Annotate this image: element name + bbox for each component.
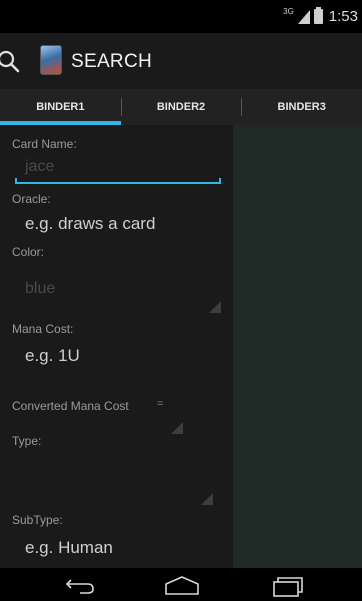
oracle-input[interactable]: e.g. draws a card [25, 214, 155, 234]
type-spinner-arrow-icon [201, 493, 213, 505]
tab-binder3[interactable]: BINDER3 [241, 89, 362, 125]
cmc-operator-spinner[interactable]: = [157, 398, 163, 410]
network-type: 3G [283, 7, 294, 16]
battery-icon [313, 7, 323, 24]
action-bar: SEARCH [0, 33, 362, 89]
status-icons: 3G 1:53 [283, 7, 358, 25]
type-spinner[interactable] [12, 455, 222, 505]
main-content: Card Name: jace Oracle: e.g. draws a car… [0, 125, 362, 568]
cmc-label: Converted Mana Cost [12, 399, 129, 413]
page-title: SEARCH [71, 51, 152, 72]
status-bar: 3G 1:53 [0, 0, 362, 33]
tab-label: BINDER3 [277, 101, 326, 113]
color-label: Color: [12, 245, 45, 259]
mana-cost-input[interactable]: e.g. 1U [25, 346, 80, 366]
subtype-label: SubType: [12, 513, 63, 527]
search-icon[interactable] [0, 47, 22, 75]
clock: 1:53 [328, 8, 358, 25]
tab-label: BINDER1 [36, 101, 85, 113]
cmc-spinner-arrow-icon [171, 422, 183, 434]
navigation-bar [0, 568, 362, 601]
signal-icon [297, 9, 310, 24]
card-name-underline [15, 178, 221, 184]
tab-label: BINDER2 [156, 101, 206, 113]
recents-icon[interactable] [268, 572, 308, 598]
app-logo-icon [40, 45, 62, 75]
results-pane [233, 125, 362, 568]
back-icon[interactable] [60, 572, 100, 598]
tab-binder1[interactable]: BINDER1 [0, 89, 121, 125]
card-name-label: Card Name: [12, 137, 77, 151]
type-label: Type: [12, 434, 42, 448]
color-spinner[interactable]: blue [25, 280, 55, 298]
mana-cost-label: Mana Cost: [12, 322, 74, 336]
search-form: Card Name: jace Oracle: e.g. draws a car… [0, 125, 233, 568]
tab-binder2[interactable]: BINDER2 [120, 89, 242, 125]
oracle-label: Oracle: [12, 192, 51, 206]
card-name-input[interactable]: jace [25, 158, 54, 176]
subtype-input[interactable]: e.g. Human [25, 538, 113, 558]
home-icon[interactable] [162, 572, 202, 598]
tab-bar: BINDER1 BINDER2 BINDER3 [0, 89, 362, 125]
color-spinner-arrow-icon [209, 301, 221, 313]
